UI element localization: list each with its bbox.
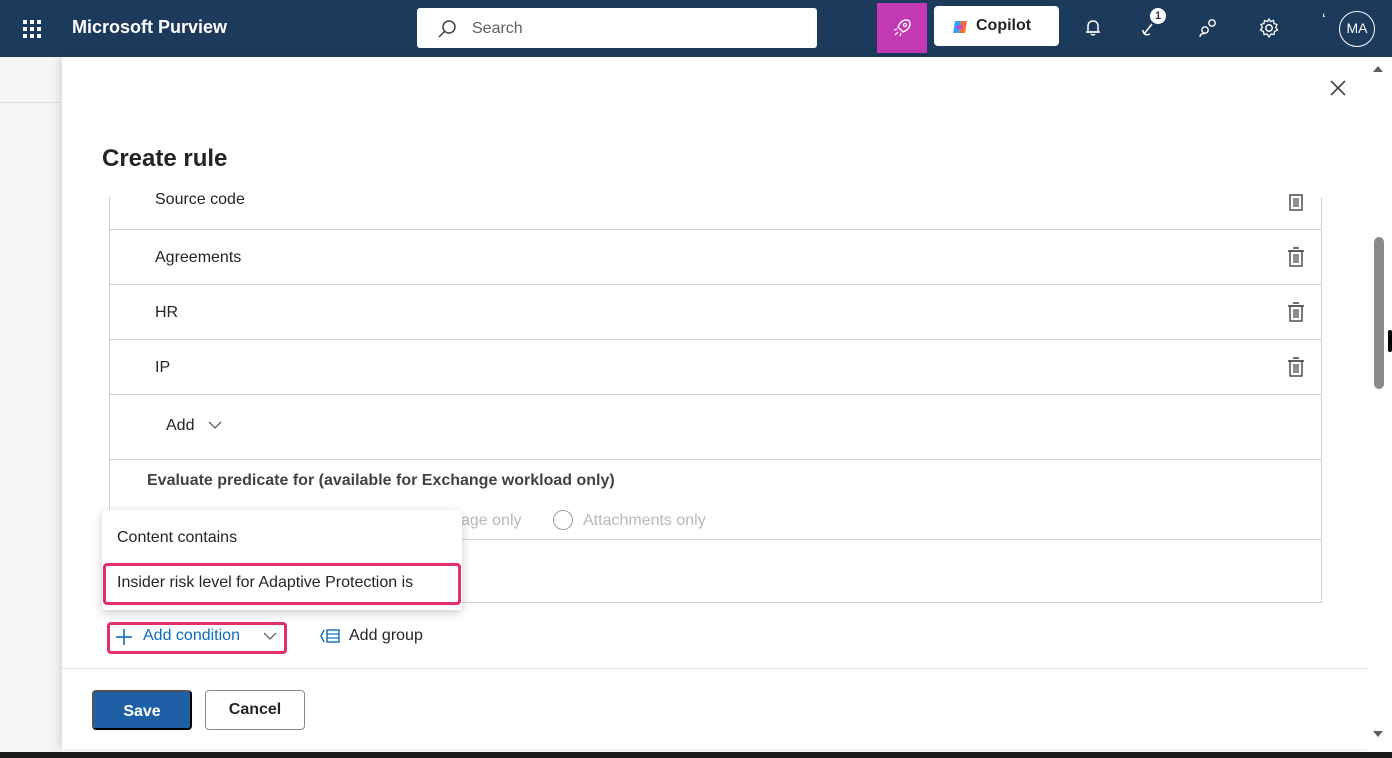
add-group-button[interactable]: Add group <box>318 624 448 648</box>
scrollbar-track[interactable] <box>1370 57 1392 749</box>
trash-icon[interactable] <box>1287 302 1305 322</box>
close-icon[interactable] <box>1327 77 1349 99</box>
text-cursor-icon <box>1388 330 1392 352</box>
attachments-only-label: Attachments only <box>583 512 706 529</box>
list-item-label: IP <box>155 359 171 376</box>
scroll-up-arrow-icon[interactable] <box>1373 66 1383 72</box>
search-placeholder: Search <box>472 20 523 37</box>
save-button[interactable]: Save <box>92 690 192 730</box>
list-item: IP <box>110 340 1321 395</box>
message-only-option-label: age only <box>461 512 522 529</box>
list-item: HR <box>110 285 1321 340</box>
cancel-button[interactable]: Cancel <box>205 690 305 730</box>
bell-icon[interactable] <box>1081 16 1105 40</box>
people-icon[interactable] <box>1197 16 1221 40</box>
trash-icon[interactable] <box>1287 247 1305 267</box>
chevron-down-icon[interactable] <box>208 420 222 430</box>
top-navigation-bar: Microsoft Purview Search Copilot 1 ʻ MA <box>0 0 1392 57</box>
add-group-icon <box>320 629 340 643</box>
background-divider <box>0 102 62 103</box>
list-item: Source code <box>110 185 1321 230</box>
trash-icon[interactable] <box>1287 191 1305 211</box>
copilot-label: Copilot <box>976 17 1032 34</box>
add-dropdown-button[interactable]: Add <box>166 417 194 435</box>
list-item-label: Source code <box>155 191 245 208</box>
copilot-logo-icon <box>953 21 967 33</box>
menu-item-content-contains[interactable]: Content contains <box>117 529 237 547</box>
footer-divider <box>62 668 1368 669</box>
highlight-box-add-condition <box>107 622 287 654</box>
overflow-tick-icon: ʻ <box>1322 12 1326 29</box>
scrollbar-thumb[interactable] <box>1374 237 1384 389</box>
add-dropdown-row: Add <box>110 395 1321 460</box>
list-item-label: HR <box>155 304 179 321</box>
page-title: Create rule <box>102 145 228 172</box>
list-item: Agreements <box>110 230 1321 285</box>
background-page <box>0 57 62 758</box>
trash-icon[interactable] <box>1287 357 1305 377</box>
copilot-button[interactable]: Copilot <box>934 6 1059 46</box>
search-icon <box>438 20 456 38</box>
highlight-box-menu-item <box>103 563 461 605</box>
scroll-down-arrow-icon[interactable] <box>1373 731 1383 737</box>
rocket-button[interactable] <box>877 3 927 53</box>
rocket-icon <box>893 19 911 37</box>
add-group-label: Add group <box>349 627 423 644</box>
attachments-only-radio[interactable] <box>553 510 573 530</box>
bottom-edge <box>0 752 1392 758</box>
evaluate-predicate-label: Evaluate predicate for (available for Ex… <box>147 472 615 489</box>
notification-badge: 1 <box>1150 8 1166 24</box>
list-item-label: Agreements <box>155 249 242 266</box>
avatar[interactable]: MA <box>1339 11 1375 47</box>
settings-gear-icon[interactable] <box>1257 16 1281 40</box>
app-title[interactable]: Microsoft Purview <box>72 17 227 38</box>
search-box[interactable]: Search <box>417 8 817 48</box>
app-launcher-icon[interactable] <box>20 17 44 41</box>
